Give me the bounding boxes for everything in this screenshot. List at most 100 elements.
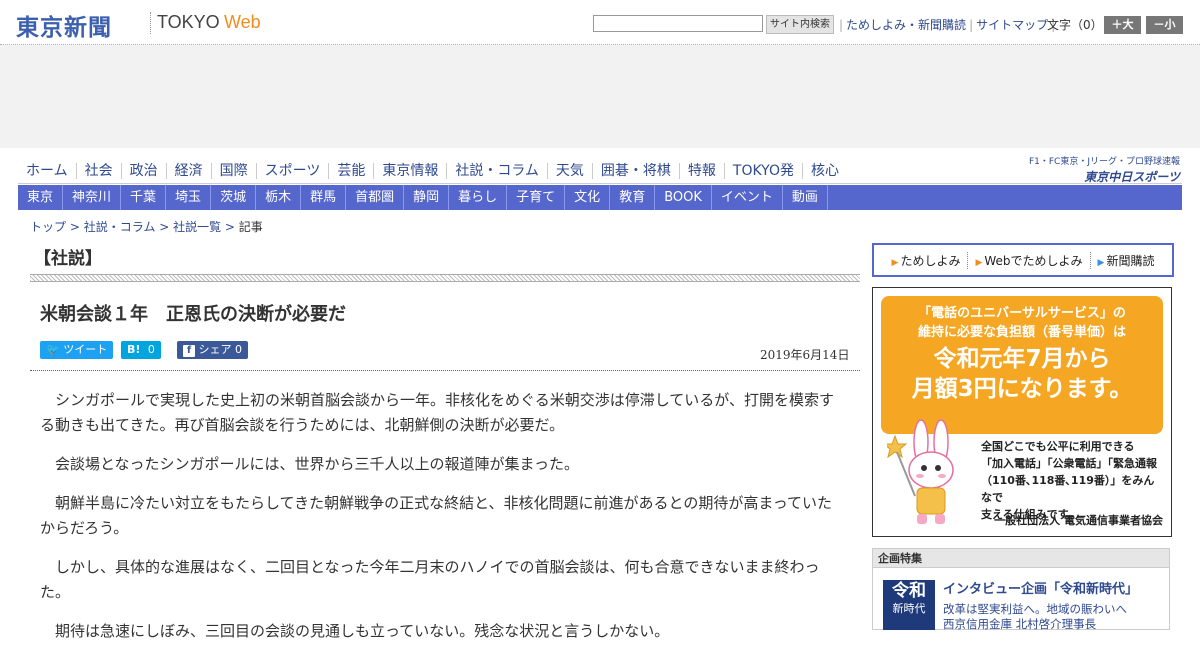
ad-headline-panel: 「電話のユニバーサルサービス」の 維持に必要な負担額（番号単価）は 令和元年7月…	[881, 296, 1163, 434]
nav-item-society[interactable]: 社会	[77, 163, 122, 179]
article-paragraph: 会談場となったシンガポールには、世界から三千人以上の報道陣が集まった。	[55, 455, 579, 473]
logo-web-text[interactable]: Web	[224, 12, 261, 33]
article-title: 米朝会談１年 正恩氏の決断が必要だ	[40, 304, 346, 325]
ad-text-line: 「加入電話」「公衆電話」「緊急通報	[981, 457, 1157, 470]
nav2-item-living[interactable]: 暮らし	[449, 185, 508, 210]
subscribe-label: 新聞購読	[1106, 253, 1155, 268]
nav2-item-shutoken[interactable]: 首都圏	[346, 185, 405, 210]
sitemap-link[interactable]: サイトマップ	[976, 18, 1048, 32]
nav-item-special-report[interactable]: 特報	[680, 163, 725, 179]
arrow-right-icon: ▶	[891, 257, 899, 268]
breadcrumb-editorial-list[interactable]: 社説一覧	[173, 220, 221, 234]
ad-description: 全国どこでも公平に利用できる 「加入電話」「公衆電話」「緊急通報 （110番､1…	[981, 438, 1161, 523]
feature-title[interactable]: インタビュー企画「令和新時代」	[943, 578, 1138, 597]
secondary-nav: 東京 神奈川 千葉 埼玉 茨城 栃木 群馬 首都圏 静岡 暮らし 子育て 文化 …	[18, 185, 1182, 210]
arrow-right-icon: ▶	[1097, 257, 1105, 268]
breadcrumb: トップ > 社説・コラム > 社説一覧 > 記事	[30, 218, 263, 235]
trial-subscribe-link[interactable]: ためしよみ・新聞購読	[846, 18, 966, 32]
ad-placeholder-band	[0, 45, 1200, 148]
site-logo[interactable]: 東京新聞	[16, 8, 112, 42]
article-paragraph: 期待は急速にしぼみ、三回目の会談の見通しも立っていない。残念な状況と言うしかない…	[55, 622, 670, 640]
section-hatch-divider	[30, 274, 860, 282]
logo-tokyo-text[interactable]: TOKYO	[157, 12, 220, 33]
breadcrumb-separator: >	[69, 220, 84, 234]
font-size-label: 文字（0）	[1047, 18, 1103, 32]
trial-read-link[interactable]: ▶ ためしよみ	[885, 251, 969, 269]
site-search-button[interactable]: サイト内検索	[766, 15, 834, 34]
breadcrumb-top[interactable]: トップ	[30, 220, 66, 234]
nav2-item-kanagawa[interactable]: 神奈川	[63, 185, 122, 210]
chunichi-tagline: F1・FC東京・Jリーグ・プロ野球速報	[1028, 157, 1180, 167]
section-label: 【社説】	[34, 249, 102, 269]
ad-text-line: 全国どこでも公平に利用できる	[981, 440, 1135, 453]
site-header: 東京新聞 TOKYO Web サイト内検索 | ためしよみ・新聞購読 | サイトマップ…	[0, 0, 1200, 45]
hatena-icon: B!	[127, 343, 141, 356]
nav-item-entertainment[interactable]: 芸能	[329, 163, 375, 179]
link-divider: |	[969, 18, 974, 32]
feature-description: 改革は堅実利益へ。地域の賑わいへ 西京信用金庫 北村啓介理事長	[943, 602, 1127, 632]
font-larger-button[interactable]: ＋大	[1104, 16, 1141, 34]
nav2-item-gunma[interactable]: 群馬	[301, 185, 347, 210]
article-paragraph: 朝鮮半島に冷たい対立をもたらしてきた朝鮮戦争の正式な終結と、非核化問題に前進があ…	[40, 494, 833, 537]
web-trial-read-label: Webでためしよみ	[984, 253, 1083, 268]
hatena-bookmark-button[interactable]: B! 0	[121, 341, 161, 359]
ad-line-3: 令和元年7月から	[933, 346, 1111, 372]
nav-item-weather[interactable]: 天気	[548, 163, 593, 179]
nav2-item-book[interactable]: BOOK	[655, 185, 712, 210]
arrow-right-icon: ▶	[975, 257, 983, 268]
search-input[interactable]	[593, 15, 763, 32]
breadcrumb-current: 記事	[238, 220, 263, 234]
nav2-item-culture[interactable]: 文化	[565, 185, 611, 210]
feature-desc-line: 改革は堅実利益へ。地域の賑わいへ	[943, 602, 1127, 616]
nav-item-editorial[interactable]: 社説・コラム	[447, 163, 548, 179]
nav2-item-tokyo[interactable]: 東京	[18, 185, 64, 210]
nav-item-politics[interactable]: 政治	[122, 163, 167, 179]
feature-box[interactable]: 令和 新時代 インタビュー企画「令和新時代」 改革は堅実利益へ。地域の賑わいへ …	[872, 568, 1170, 632]
article-paragraph: シンガポールで実現した史上初の米朝首脳会談から一年。非核化をめぐる米朝交渉は停滞…	[40, 391, 834, 434]
nav-divider	[18, 183, 1182, 184]
facebook-share-button[interactable]: f シェア 0	[177, 341, 248, 359]
nav-item-core[interactable]: 核心	[803, 163, 847, 179]
subscribe-link[interactable]: ▶ 新聞購読	[1091, 252, 1162, 269]
reiwa-badge-icon: 令和 新時代	[883, 580, 935, 630]
nav2-item-saitama[interactable]: 埼玉	[166, 185, 212, 210]
nav-item-tokyo-hatsu[interactable]: TOKYO発	[725, 163, 803, 179]
trial-read-label: ためしよみ	[900, 253, 961, 268]
nav-item-tokyo-info[interactable]: 東京情報	[374, 163, 448, 179]
twitter-icon: 🐦	[46, 343, 60, 356]
ad-text-line: （110番､118番､119番）」をみんなで	[981, 474, 1155, 504]
badge-top-text: 令和	[892, 581, 926, 601]
nav2-item-video[interactable]: 動画	[783, 185, 828, 210]
feature-heading: 企画特集	[872, 548, 1170, 568]
font-smaller-button[interactable]: －小	[1146, 16, 1183, 34]
ad-line-4: 月額3円になります。	[911, 376, 1133, 402]
nav-item-go-shogi[interactable]: 囲碁・将棋	[593, 163, 680, 179]
nav2-item-parenting[interactable]: 子育て	[507, 185, 566, 210]
link-divider: |	[839, 18, 844, 32]
facebook-share-count: 0	[235, 343, 242, 356]
facebook-icon: f	[183, 345, 195, 357]
universal-service-ad[interactable]: 「電話のユニバーサルサービス」の 維持に必要な負担額（番号単価）は 令和元年7月…	[872, 287, 1172, 537]
nav2-item-ibaraki[interactable]: 茨城	[211, 185, 257, 210]
web-trial-read-link[interactable]: ▶ Webでためしよみ	[968, 251, 1091, 269]
nav2-item-education[interactable]: 教育	[610, 185, 656, 210]
primary-nav: ホーム 社会 政治 経済 国際 スポーツ 芸能 東京情報 社説・コラム 天気 囲…	[18, 159, 847, 183]
article-paragraph: しかし、具体的な進展はなく、二回目となった今年二月末のハノイでの首脳会談は、何も…	[40, 558, 820, 601]
nav2-item-chiba[interactable]: 千葉	[121, 185, 167, 210]
hatena-count: 0	[147, 343, 155, 356]
article-date: 2019年6月14日	[760, 348, 850, 362]
logo-divider	[150, 12, 152, 34]
nav-item-home[interactable]: ホーム	[18, 163, 77, 179]
tweet-label: ツイート	[63, 343, 108, 356]
chunichi-sports-link[interactable]: F1・FC東京・Jリーグ・プロ野球速報 東京中日スポーツ	[1022, 154, 1180, 185]
breadcrumb-editorial[interactable]: 社説・コラム	[84, 220, 156, 234]
nav-item-economy[interactable]: 経済	[167, 163, 212, 179]
nav2-item-event[interactable]: イベント	[712, 185, 783, 210]
nav2-item-shizuoka[interactable]: 静岡	[404, 185, 450, 210]
nav-item-sports[interactable]: スポーツ	[257, 163, 330, 179]
tweet-button[interactable]: 🐦 ツイート	[40, 341, 114, 359]
nav-item-international[interactable]: 国際	[212, 163, 257, 179]
nav2-item-tochigi[interactable]: 栃木	[256, 185, 302, 210]
ad-sponsor: 一般社団法人 電気通信事業者協会	[994, 514, 1163, 527]
top-links: | ためしよみ・新聞購読 | サイトマップ |	[836, 16, 1058, 33]
